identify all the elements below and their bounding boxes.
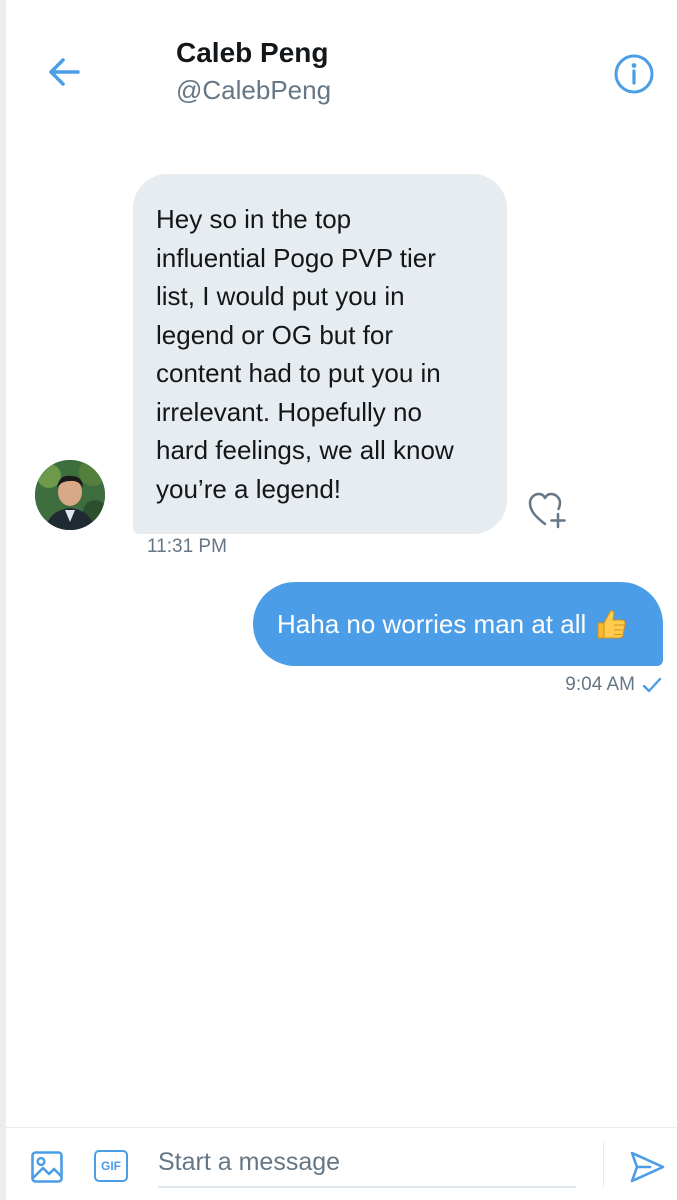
message-line: irrelevant. Hopefully no — [156, 396, 422, 427]
conversation-title[interactable]: Caleb Peng @CalebPeng — [176, 36, 331, 108]
like-message-button[interactable] — [526, 490, 570, 530]
message-line: you’re a legend! — [156, 473, 342, 504]
gif-label: GIF — [101, 1159, 121, 1173]
avatar[interactable] — [35, 460, 105, 530]
outgoing-message-meta: 9:04 AM — [565, 674, 663, 696]
contact-handle: @CalebPeng — [176, 75, 332, 105]
add-gif-button[interactable]: GIF — [94, 1150, 128, 1182]
heart-plus-icon — [528, 492, 566, 529]
send-icon — [630, 1151, 665, 1183]
back-button[interactable] — [40, 48, 88, 96]
message-timestamp: 9:04 AM — [565, 674, 635, 695]
contact-name: Caleb Peng — [176, 37, 329, 68]
avatar-photo — [35, 460, 105, 530]
checkmark-icon — [642, 677, 662, 693]
thumbs-up-emoji-icon — [594, 607, 628, 641]
message-line: hard feelings, we all know — [156, 435, 454, 465]
conversation-header: Caleb Peng @CalebPeng — [6, 0, 677, 118]
message-line: list, I would put you in — [156, 281, 405, 311]
dm-conversation: Caleb Peng @CalebPeng Hey so in the top … — [0, 0, 677, 1200]
composer-divider — [603, 1142, 604, 1188]
info-button[interactable] — [610, 50, 658, 98]
image-icon — [31, 1151, 63, 1183]
message-composer: GIF — [6, 1127, 677, 1200]
info-icon — [614, 54, 654, 94]
message-line: Hey so in the top — [156, 204, 352, 234]
message-line: content had to put you in — [156, 358, 441, 388]
incoming-message-bubble[interactable]: Hey so in the top influential Pogo PVP t… — [133, 174, 507, 534]
message-line: legend or OG but for — [156, 319, 394, 350]
message-timestamp: 11:31 PM — [147, 536, 227, 557]
message-input[interactable] — [158, 1138, 576, 1188]
message-text: Haha no worries man at all — [277, 608, 587, 639]
add-photo-button[interactable] — [30, 1150, 64, 1184]
back-arrow-icon — [49, 58, 80, 86]
send-button[interactable] — [628, 1148, 666, 1186]
message-line: influential Pogo PVP tier — [156, 242, 436, 273]
outgoing-message-bubble[interactable]: Haha no worries man at all — [253, 582, 663, 666]
